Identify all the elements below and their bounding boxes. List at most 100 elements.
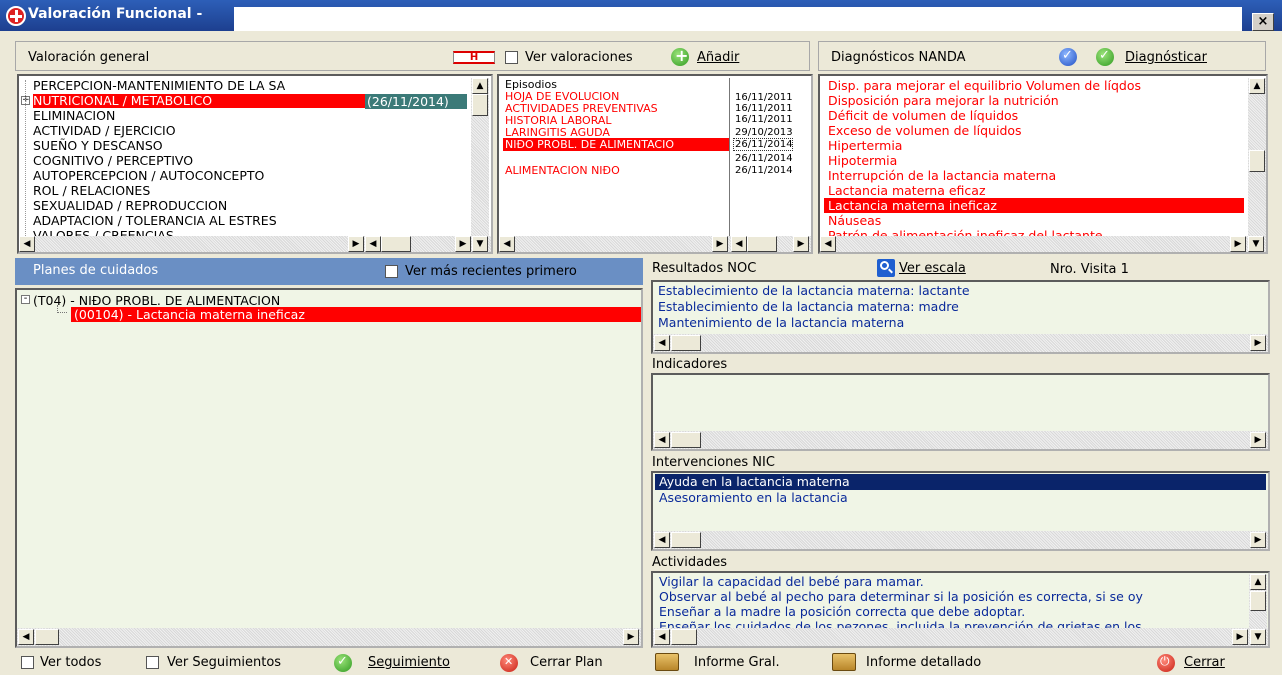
scroll-right-icon[interactable]: ▶ — [348, 236, 364, 252]
actividad-item[interactable]: Enseñar los cuidados de los pezones, inc… — [659, 619, 1243, 628]
scroll-right-icon[interactable]: ▶ — [1250, 335, 1266, 351]
scroll-left-icon[interactable]: ◀ — [654, 432, 670, 448]
seguimiento-button[interactable]: Seguimiento — [368, 655, 450, 670]
nic-item-selected[interactable]: Ayuda en la lactancia materna — [655, 474, 1266, 490]
scroll-down-icon[interactable]: ▼ — [1250, 629, 1266, 645]
scroll-down-icon[interactable]: ▼ — [1248, 236, 1264, 252]
nanda-item[interactable]: Déficit de volumen de líquidos — [828, 108, 1018, 123]
scroll-down-icon[interactable]: ▼ — [472, 236, 488, 252]
add-icon[interactable] — [671, 46, 689, 66]
collapse-icon[interactable]: - — [21, 294, 30, 304]
seguimiento-icon[interactable] — [334, 654, 352, 672]
pattern-item[interactable]: ROL / RELACIONES — [33, 184, 150, 198]
indicadores-hscroll[interactable]: ◀ ▶ — [653, 431, 1268, 449]
ver-recientes-checkbox[interactable] — [385, 265, 398, 278]
nanda-item[interactable]: Lactancia materna eficaz — [828, 183, 986, 198]
scroll-thumb[interactable] — [1249, 150, 1265, 172]
nanda-item[interactable]: Patrón de alimentación ineficaz del lact… — [828, 228, 1103, 236]
scroll-left-icon[interactable]: ◀ — [654, 335, 670, 351]
patterns-list[interactable]: + PERCEPCION-MANTENIMIENTO DE LA SA NUTR… — [17, 74, 493, 254]
close-window-button[interactable]: × — [1252, 13, 1274, 31]
scroll-right-icon[interactable]: ▶ — [623, 629, 639, 645]
patterns-vscroll[interactable]: ▲ — [471, 78, 489, 236]
pattern-item[interactable]: PERCEPCION-MANTENIMIENTO DE LA SA — [33, 79, 285, 93]
pattern-item[interactable]: SUEÑO Y DESCANSO — [33, 139, 163, 153]
scroll-left-icon[interactable]: ◀ — [731, 236, 747, 252]
scroll-left-icon[interactable]: ◀ — [365, 236, 381, 252]
episode-name-selected[interactable]: NIÐO PROBL. DE ALIMENTACIO — [503, 138, 729, 151]
scroll-left-icon[interactable]: ◀ — [499, 236, 515, 252]
pattern-item[interactable]: AUTOPERCEPCION / AUTOCONCEPTO — [33, 169, 264, 183]
informe-detallado-icon[interactable] — [832, 653, 856, 671]
scroll-thumb[interactable] — [671, 532, 701, 548]
ver-todos-checkbox[interactable] — [21, 656, 34, 669]
nic-list[interactable]: Ayuda en la lactancia materna Asesoramie… — [651, 471, 1270, 551]
nanda-item[interactable]: Hipotermia — [828, 153, 897, 168]
noc-hscroll[interactable]: ◀ ▶ — [653, 334, 1268, 352]
scroll-right-icon[interactable]: ▶ — [455, 236, 471, 252]
hospital-h-icon[interactable]: H — [453, 51, 495, 64]
informe-gral-button[interactable]: Informe Gral. — [694, 655, 780, 670]
episode-name[interactable]: ALIMENTACION NIÐO — [505, 164, 620, 177]
anadir-button[interactable]: Añadir — [697, 50, 739, 65]
scroll-right-icon[interactable]: ▶ — [1232, 629, 1248, 645]
scroll-left-icon[interactable]: ◀ — [18, 629, 34, 645]
scroll-thumb[interactable] — [671, 629, 697, 645]
scroll-thumb[interactable] — [381, 236, 411, 252]
diagnosticar-icon[interactable] — [1096, 48, 1114, 66]
scroll-right-icon[interactable]: ▶ — [793, 236, 809, 252]
informe-detallado-button[interactable]: Informe detallado — [866, 655, 981, 670]
power-icon[interactable] — [1157, 654, 1175, 672]
nanda-hscroll[interactable]: ◀ ▶ ▼ — [820, 236, 1266, 252]
noc-item[interactable]: Establecimiento de la lactancia materna:… — [658, 283, 970, 298]
noc-list[interactable]: Establecimiento de la lactancia materna:… — [651, 280, 1270, 354]
scroll-left-icon[interactable]: ◀ — [820, 236, 836, 252]
actividad-item[interactable]: Observar al bebé al pecho para determina… — [659, 589, 1243, 604]
scroll-thumb[interactable] — [35, 629, 59, 645]
cerrar-button[interactable]: Cerrar — [1184, 655, 1225, 670]
pattern-item[interactable]: ACTIVIDAD / EJERCICIO — [33, 124, 176, 138]
nanda-item-selected[interactable]: Lactancia materna ineficaz — [824, 198, 1244, 213]
scroll-up-icon[interactable]: ▲ — [472, 78, 488, 94]
scroll-up-icon[interactable]: ▲ — [1249, 78, 1265, 94]
actividad-item[interactable]: Vigilar la capacidad del bebé para mamar… — [659, 574, 924, 589]
scroll-right-icon[interactable]: ▶ — [712, 236, 728, 252]
scroll-thumb[interactable] — [671, 432, 701, 448]
nanda-item[interactable]: Disposición para mejorar la nutrición — [828, 93, 1059, 108]
nanda-item[interactable]: Interrupción de la lactancia materna — [828, 168, 1056, 183]
ver-seguimientos-checkbox[interactable] — [146, 656, 159, 669]
planes-tree[interactable]: - (T04) - NIÐO PROBL. DE ALIMENTACION (0… — [15, 288, 643, 648]
planes-hscroll[interactable]: ◀ ▶ — [17, 628, 641, 646]
search-icon[interactable] — [877, 259, 895, 277]
ver-escala-button[interactable]: Ver escala — [899, 261, 966, 276]
nic-item[interactable]: Asesoramiento en la lactancia — [659, 490, 848, 505]
confirm-icon[interactable] — [1059, 48, 1077, 66]
cerrar-plan-button[interactable]: Cerrar Plan — [530, 655, 603, 670]
actividades-hscroll[interactable]: ◀ ▶ ▼ — [653, 628, 1268, 646]
episodios-list[interactable]: Episodios HOJA DE EVOLUCION 16/11/2011 A… — [497, 74, 813, 254]
pattern-item-selected[interactable]: NUTRICIONAL / METABOLICO — [33, 94, 365, 108]
diagnosticar-button[interactable]: Diagnósticar — [1125, 50, 1207, 65]
nic-hscroll[interactable]: ◀ ▶ — [653, 531, 1268, 549]
pattern-item[interactable]: ELIMINACION — [33, 109, 115, 123]
scroll-up-icon[interactable]: ▲ — [1250, 574, 1266, 590]
pattern-item[interactable]: SEXUALIDAD / REPRODUCCION — [33, 199, 227, 213]
plan-child-selected[interactable]: (00104) - Lactancia materna ineficaz — [71, 307, 641, 322]
actividades-vscroll[interactable]: ▲ — [1249, 574, 1267, 628]
cerrar-plan-icon[interactable] — [500, 654, 518, 672]
scroll-left-icon[interactable]: ◀ — [654, 532, 670, 548]
pattern-item[interactable]: COGNITIVO / PERCEPTIVO — [33, 154, 193, 168]
scroll-left-icon[interactable]: ◀ — [19, 236, 35, 252]
patterns-hscroll[interactable]: ◀ ▶ ◀ ▶ ▼ — [19, 236, 491, 252]
scroll-thumb[interactable] — [472, 94, 488, 116]
nanda-vscroll[interactable]: ▲ — [1248, 78, 1266, 236]
pattern-item[interactable]: ADAPTACION / TOLERANCIA AL ESTRES — [33, 214, 277, 228]
scroll-thumb[interactable] — [671, 335, 701, 351]
nanda-item[interactable]: Exceso de volumen de líquidos — [828, 123, 1022, 138]
actividades-list[interactable]: Vigilar la capacidad del bebé para mamar… — [651, 571, 1270, 648]
scroll-right-icon[interactable]: ▶ — [1250, 432, 1266, 448]
scroll-right-icon[interactable]: ▶ — [1230, 236, 1246, 252]
nanda-item[interactable]: Náuseas — [828, 213, 881, 228]
nanda-item[interactable]: Disp. para mejorar el equilibrio Volumen… — [828, 78, 1141, 93]
noc-item[interactable]: Establecimiento de la lactancia materna:… — [658, 299, 959, 314]
